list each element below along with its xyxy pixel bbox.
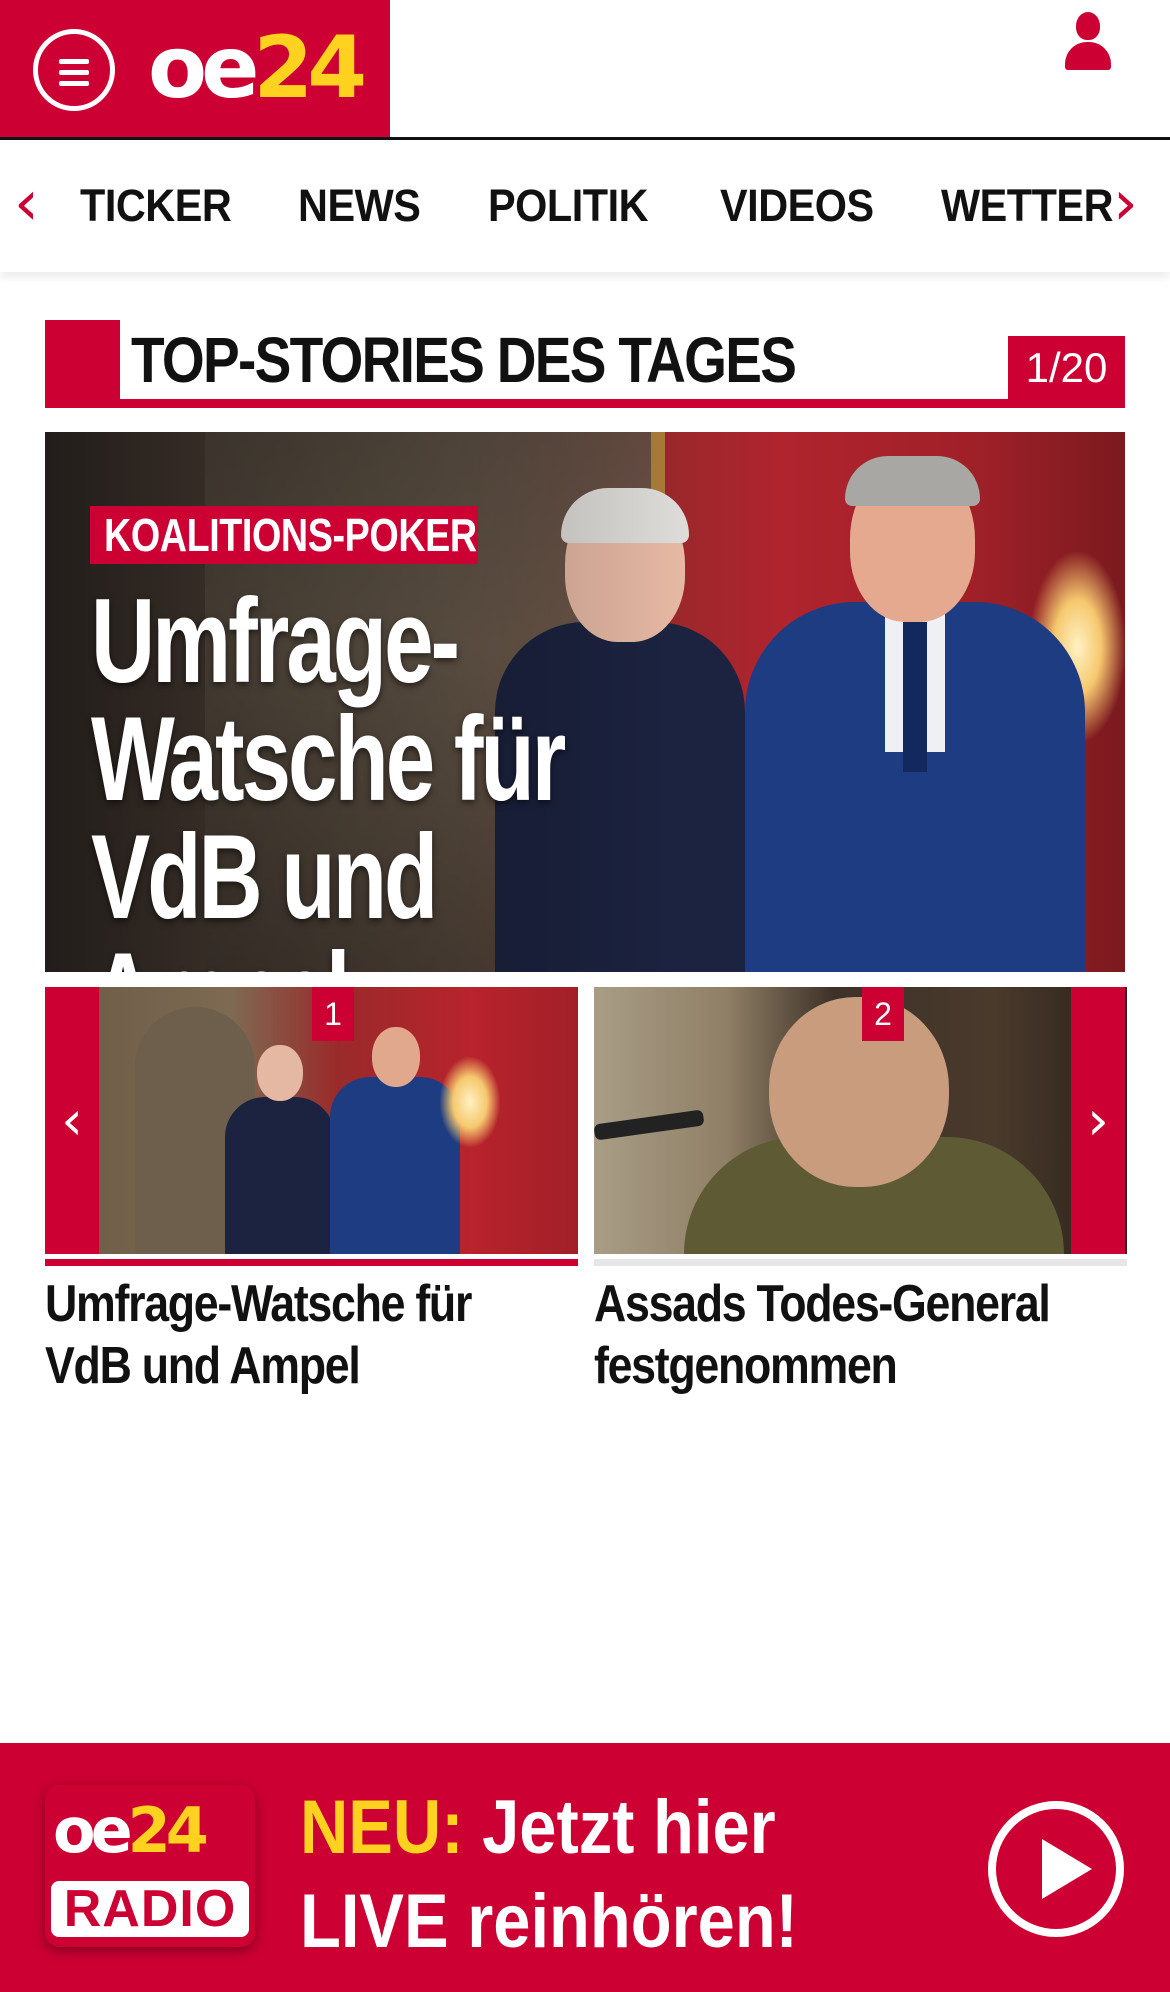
hamburger-menu-icon[interactable] (33, 29, 115, 111)
category-nav: ‹ TICKER NEWS POLITIK VIDEOS WETTER › (0, 140, 1170, 272)
hero-story[interactable]: KOALITIONS-POKER Umfrage-Watsche für VdB… (45, 432, 1125, 972)
user-icon[interactable] (1063, 12, 1113, 72)
hero-kicker: KOALITIONS-POKER (90, 506, 478, 564)
card-indicator (594, 1259, 1127, 1266)
site-header: oe24 (0, 0, 1170, 140)
radio-line1: Jetzt hier (482, 1785, 776, 1870)
section-underline (45, 399, 1125, 408)
carousel-left-arrow-icon[interactable]: ‹ (45, 987, 99, 1254)
nav-item-ticker[interactable]: TICKER (80, 180, 232, 232)
nav-item-videos[interactable]: VIDEOS (720, 180, 874, 232)
card-number-badge: 2 (862, 987, 904, 1041)
nav-left-arrow-icon[interactable]: ‹ (14, 168, 39, 238)
card-title[interactable]: Assads Todes-General festgenommen (594, 1273, 1110, 1397)
radio-new-label: NEU: (300, 1785, 464, 1870)
card-active-indicator (45, 1259, 578, 1266)
radio-banner[interactable]: oe24 RADIO NEU: Jetzt hier LIVE reinhöre… (0, 1743, 1170, 1992)
card-number-badge: 1 (312, 987, 354, 1041)
card-title[interactable]: Umfrage-Watsche für VdB und Ampel (45, 1273, 561, 1397)
hero-headline[interactable]: Umfrage-Watsche für VdB und Ampel (91, 581, 698, 972)
nav-right-arrow-icon[interactable]: › (1113, 168, 1138, 238)
story-counter: 1/20 (1008, 336, 1125, 399)
oe24-logo[interactable]: oe24 (148, 18, 367, 118)
hero-image-person-right (735, 452, 1095, 972)
nav-item-politik[interactable]: POLITIK (488, 180, 649, 232)
oe24-radio-logo: oe24 RADIO (45, 1785, 255, 1947)
brand-box: oe24 (0, 0, 390, 137)
nav-item-wetter[interactable]: WETTER (941, 180, 1113, 232)
nav-item-news[interactable]: NEWS (298, 180, 421, 232)
play-icon[interactable] (988, 1801, 1124, 1937)
story-carousel: ‹ 1 Umfrage-Watsche für VdB und Ampel 2 … (45, 987, 1127, 1395)
card-thumbnail (594, 987, 1127, 1254)
section-title: TOP-STORIES DES TAGES (131, 324, 797, 396)
carousel-right-arrow-icon[interactable]: › (1071, 987, 1125, 1254)
radio-promo-text: NEU: Jetzt hier LIVE reinhören! (300, 1781, 798, 1969)
radio-line2: LIVE reinhören! (300, 1879, 798, 1964)
section-accent-block (45, 320, 120, 408)
radio-label: RADIO (51, 1881, 249, 1937)
top-stories-header: TOP-STORIES DES TAGES 1/20 (45, 320, 1125, 408)
